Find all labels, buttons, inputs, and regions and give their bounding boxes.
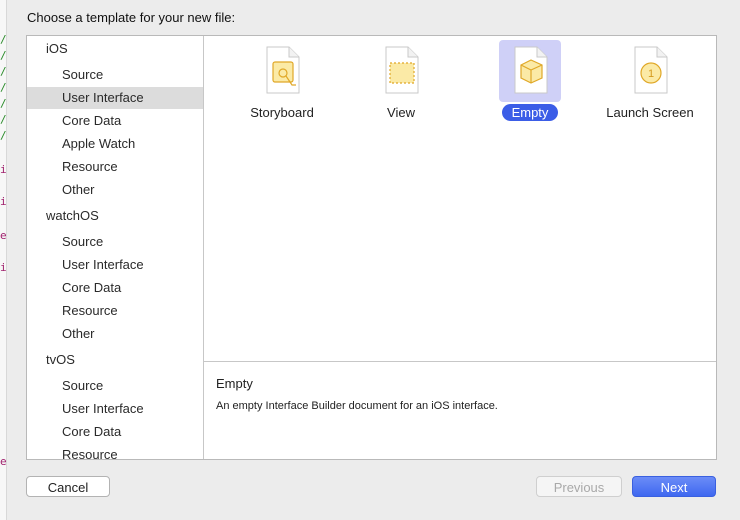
previous-button[interactable]: Previous	[536, 476, 622, 497]
launch-screen-icon: 1	[634, 46, 668, 94]
sidebar-item-watchos-source[interactable]: Source	[27, 231, 203, 253]
template-empty[interactable]: Empty	[470, 36, 590, 136]
sidebar-platform-watchos[interactable]: watchOS	[46, 206, 99, 226]
template-grid: Storyboard View Empty 1 Launch Screen	[204, 36, 716, 361]
sidebar-item-ios-other[interactable]: Other	[27, 179, 203, 201]
template-launch-screen[interactable]: 1 Launch Screen	[590, 36, 710, 136]
sidebar-platform-tvos[interactable]: tvOS	[46, 350, 75, 370]
view-icon	[385, 46, 419, 94]
empty-icon	[514, 46, 548, 94]
sidebar-item-watchos-other[interactable]: Other	[27, 323, 203, 345]
next-button[interactable]: Next	[632, 476, 716, 497]
sidebar-item-ios-resource[interactable]: Resource	[27, 156, 203, 178]
description-title: Empty	[216, 376, 253, 391]
svg-text:1: 1	[648, 68, 654, 80]
template-label-storyboard: Storyboard	[250, 105, 314, 120]
storyboard-icon	[266, 46, 300, 94]
sidebar-platform-ios[interactable]: iOS	[46, 39, 68, 59]
background-editor-strip: / / / / / / / i i e i e	[0, 0, 7, 520]
dialog-prompt: Choose a template for your new file:	[27, 10, 236, 25]
template-storyboard[interactable]: Storyboard	[222, 36, 342, 136]
category-sidebar[interactable]: iOS Source User Interface Core Data Appl…	[27, 36, 204, 459]
sidebar-item-ios-apple-watch[interactable]: Apple Watch	[27, 133, 203, 155]
sidebar-item-ios-user-interface[interactable]: User Interface	[27, 87, 203, 109]
sidebar-item-watchos-resource[interactable]: Resource	[27, 300, 203, 322]
sidebar-item-tvos-source[interactable]: Source	[27, 375, 203, 397]
cancel-button[interactable]: Cancel	[26, 476, 110, 497]
template-label-launch-screen: Launch Screen	[606, 105, 694, 120]
sidebar-item-tvos-user-interface[interactable]: User Interface	[27, 398, 203, 420]
description-text: An empty Interface Builder document for …	[216, 400, 498, 412]
template-description: Empty An empty Interface Builder documen…	[204, 361, 716, 460]
sidebar-item-watchos-user-interface[interactable]: User Interface	[27, 254, 203, 276]
sidebar-item-ios-source[interactable]: Source	[27, 64, 203, 86]
template-label-empty: Empty	[501, 104, 559, 121]
sidebar-item-tvos-resource[interactable]: Resource	[27, 444, 203, 459]
sidebar-item-ios-core-data[interactable]: Core Data	[27, 110, 203, 132]
template-view[interactable]: View	[341, 36, 461, 136]
sidebar-item-tvos-core-data[interactable]: Core Data	[27, 421, 203, 443]
template-label-view: View	[387, 105, 415, 120]
sidebar-item-watchos-core-data[interactable]: Core Data	[27, 277, 203, 299]
template-chooser-panel: iOS Source User Interface Core Data Appl…	[26, 35, 717, 460]
